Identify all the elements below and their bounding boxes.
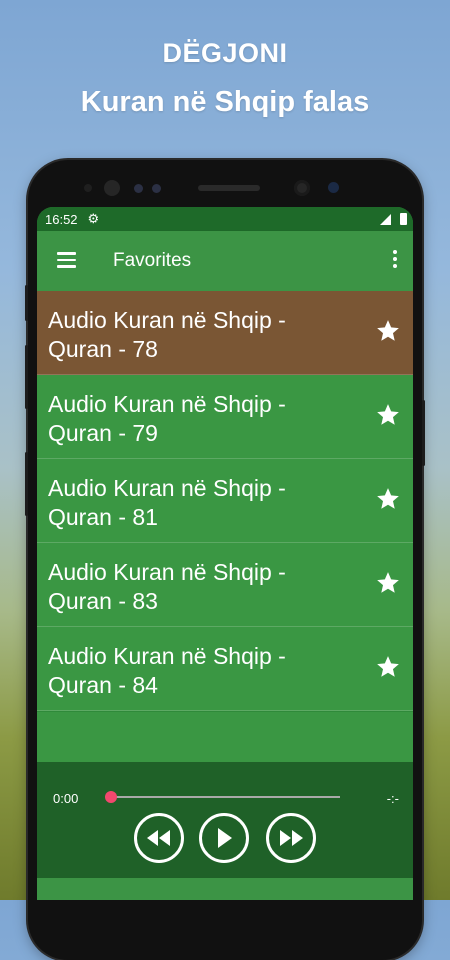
play-icon xyxy=(218,828,232,848)
list-item-title-line2: Quran - 81 xyxy=(48,504,158,530)
list-item[interactable]: Audio Kuran në Shqip - Quran - 79 xyxy=(37,375,413,459)
list-empty-area xyxy=(37,712,413,762)
signal-icon xyxy=(380,214,391,225)
bottom-strip xyxy=(37,878,413,900)
rewind-icon xyxy=(147,830,170,846)
star-icon[interactable] xyxy=(375,654,401,680)
status-bar: 16:52 ⚙ xyxy=(37,207,413,231)
list-item[interactable]: Audio Kuran në Shqip - Quran - 78 xyxy=(37,291,413,375)
current-time: 0:00 xyxy=(53,791,79,806)
list-item-title-line2: Quran - 79 xyxy=(48,420,158,446)
list-item[interactable]: Audio Kuran në Shqip - Quran - 83 xyxy=(37,543,413,627)
rewind-button[interactable] xyxy=(134,813,184,863)
seek-bar[interactable] xyxy=(110,796,340,798)
more-vert-icon[interactable] xyxy=(391,250,399,272)
promo-headline: DËGJONI xyxy=(162,38,288,68)
star-icon[interactable] xyxy=(375,570,401,596)
page-title: Favorites xyxy=(113,250,192,271)
favorites-list: Audio Kuran në Shqip - Quran - 78 Audio … xyxy=(37,291,413,711)
phone-sensor xyxy=(328,182,339,193)
app-screen: 16:52 ⚙ Favorites Audio Kuran në Shqip -… xyxy=(37,207,413,900)
audio-player: 0:00 -:- xyxy=(37,762,413,878)
fast-forward-button[interactable] xyxy=(266,813,316,863)
app-bar: Favorites xyxy=(37,231,413,291)
list-item-title: Audio Kuran në Shqip - Quran - 78 xyxy=(48,306,348,364)
list-item-title-line2: Quran - 83 xyxy=(48,588,158,614)
list-item-title-line1: Audio Kuran në Shqip - xyxy=(48,391,286,417)
star-icon[interactable] xyxy=(375,402,401,428)
duration-time: -:- xyxy=(386,791,399,806)
play-button[interactable] xyxy=(199,813,249,863)
phone-sensor xyxy=(84,184,92,192)
list-item-title-line1: Audio Kuran në Shqip - xyxy=(48,559,286,585)
list-item-title-line2: Quran - 84 xyxy=(48,672,158,698)
star-icon[interactable] xyxy=(375,486,401,512)
phone-volume-up-button xyxy=(25,345,28,409)
battery-icon xyxy=(400,213,407,225)
list-item[interactable]: Audio Kuran në Shqip - Quran - 84 xyxy=(37,627,413,711)
phone-earpiece xyxy=(198,185,260,191)
phone-front-camera xyxy=(104,180,120,196)
list-item-title: Audio Kuran në Shqip - Quran - 83 xyxy=(48,558,348,616)
promo-subheadline: Kuran në Shqip falas xyxy=(80,86,370,118)
hamburger-menu-icon[interactable] xyxy=(57,252,76,268)
list-item-title-line2: Quran - 78 xyxy=(48,336,158,362)
fast-forward-icon xyxy=(280,830,303,846)
list-item-title: Audio Kuran në Shqip - Quran - 84 xyxy=(48,642,348,700)
phone-side-button xyxy=(25,285,28,321)
phone-volume-down-button xyxy=(25,452,28,516)
list-item-title-line1: Audio Kuran në Shqip - xyxy=(48,475,286,501)
list-item-title: Audio Kuran në Shqip - Quran - 79 xyxy=(48,390,348,448)
list-item[interactable]: Audio Kuran në Shqip - Quran - 81 xyxy=(37,459,413,543)
gear-icon: ⚙ xyxy=(87,211,100,226)
list-item-title-line1: Audio Kuran në Shqip - xyxy=(48,643,286,669)
phone-sensor xyxy=(134,184,143,193)
star-icon[interactable] xyxy=(375,318,401,344)
status-time: 16:52 xyxy=(45,211,78,227)
list-item-title-line1: Audio Kuran në Shqip - xyxy=(48,307,286,333)
phone-sensor xyxy=(152,184,161,193)
phone-iris-camera xyxy=(294,180,310,196)
list-item-title: Audio Kuran në Shqip - Quran - 81 xyxy=(48,474,348,532)
phone-power-button xyxy=(422,400,425,466)
seek-thumb[interactable] xyxy=(105,791,117,803)
